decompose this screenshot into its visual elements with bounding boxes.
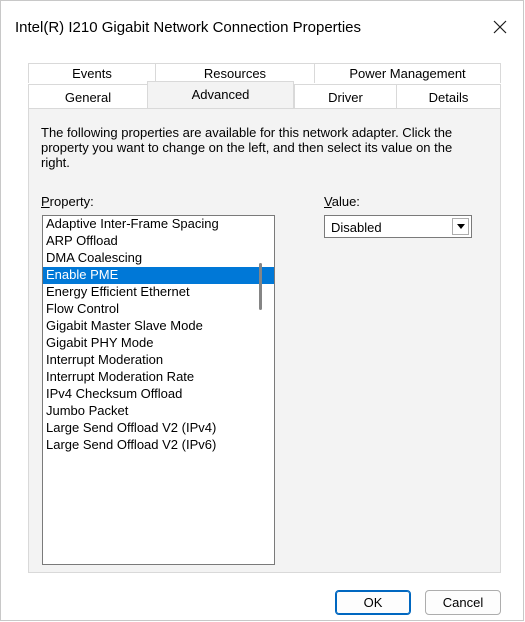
property-item[interactable]: Gigabit PHY Mode [43,335,274,352]
chevron-down-icon [456,224,465,229]
close-icon [493,20,507,34]
title-bar: Intel(R) I210 Gigabit Network Connection… [1,1,523,53]
value-dropdown[interactable]: Disabled [324,215,472,238]
dropdown-arrow-button[interactable] [452,218,469,235]
value-label-accesskey: V [324,194,332,209]
property-item[interactable]: Large Send Offload V2 (IPv6) [43,437,274,454]
tab-details[interactable]: Details [396,84,501,109]
property-item[interactable]: Large Send Offload V2 (IPv4) [43,420,274,437]
property-item[interactable]: Adaptive Inter-Frame Spacing [43,216,274,233]
advanced-panel: The following properties are available f… [28,108,501,573]
tab-driver[interactable]: Driver [294,84,396,109]
property-item[interactable]: Interrupt Moderation [43,352,274,369]
property-item[interactable]: Flow Control [43,301,274,318]
property-label: Property: [41,194,94,209]
property-item-selected[interactable]: Enable PME [43,267,274,284]
tab-advanced[interactable]: Advanced [147,81,294,108]
tab-events[interactable]: Events [28,63,155,83]
property-label-text: roperty: [49,194,94,209]
property-item[interactable]: Energy Efficient Ethernet [43,284,274,301]
tab-power-management[interactable]: Power Management [314,63,501,83]
tab-row-top: Events Resources Power Management [28,63,501,83]
value-label: Value: [324,194,360,209]
value-label-text: alue: [331,194,360,209]
property-label-accesskey: P [41,194,50,209]
property-item[interactable]: Interrupt Moderation Rate [43,369,274,386]
properties-dialog: Intel(R) I210 Gigabit Network Connection… [0,0,524,621]
ok-button[interactable]: OK [335,590,411,615]
property-item[interactable]: Jumbo Packet [43,403,274,420]
window-title: Intel(R) I210 Gigabit Network Connection… [15,19,361,36]
tab-general[interactable]: General [28,84,147,109]
description-text: The following properties are available f… [41,125,453,170]
property-item[interactable]: ARP Offload [43,233,274,250]
tab-resources[interactable]: Resources [155,63,314,83]
tab-row-bottom: General Advanced Driver Details [28,81,501,109]
property-item[interactable]: DMA Coalescing [43,250,274,267]
property-item[interactable]: Gigabit Master Slave Mode [43,318,274,335]
value-dropdown-text: Disabled [331,220,382,235]
property-item[interactable]: IPv4 Checksum Offload [43,386,274,403]
listbox-scrollbar-thumb[interactable] [259,263,262,310]
close-button[interactable] [477,1,523,53]
property-listbox[interactable]: Adaptive Inter-Frame Spacing ARP Offload… [42,215,275,565]
cancel-button[interactable]: Cancel [425,590,501,615]
